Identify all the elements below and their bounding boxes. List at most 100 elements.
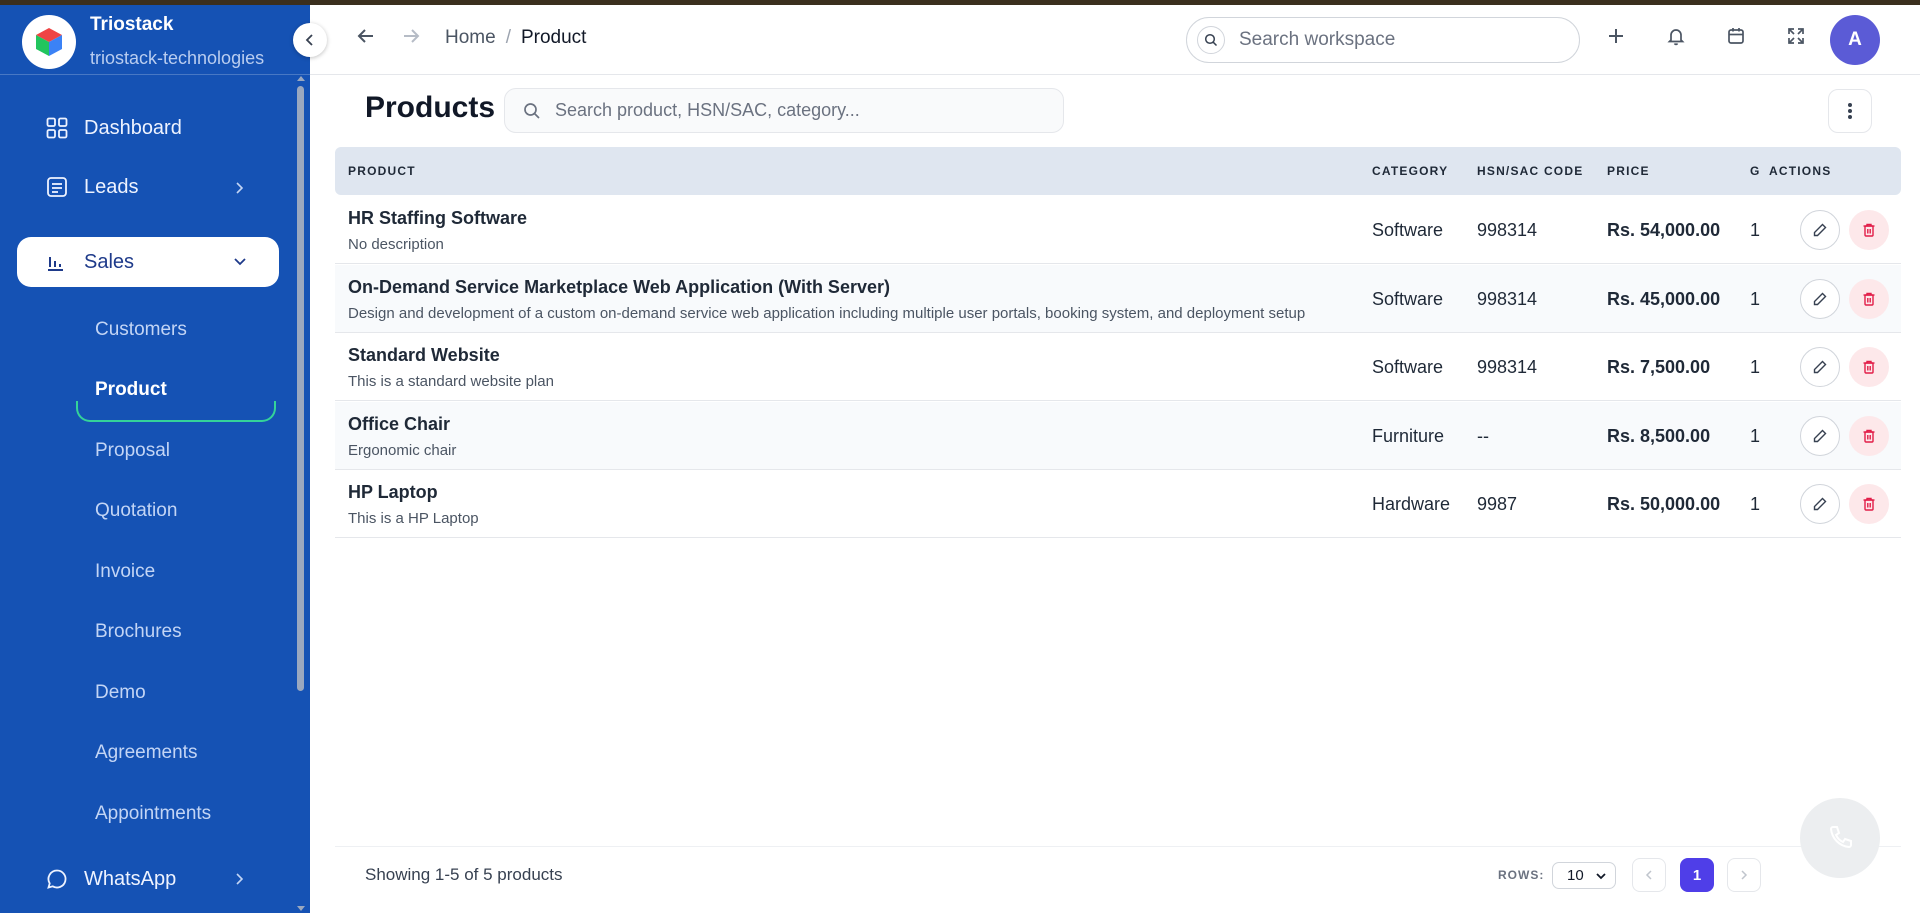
previous-page-button[interactable] [1632, 858, 1666, 892]
edit-button[interactable] [1800, 484, 1840, 524]
column-header-product[interactable]: PRODUCT [348, 164, 416, 178]
column-header-hsn[interactable]: HSN/SAC CODE [1477, 164, 1583, 178]
top-header: Home / Product Search workspace A [310, 5, 1920, 75]
breadcrumb-home[interactable]: Home [445, 27, 496, 49]
sidebar-sub-product[interactable]: Product [95, 379, 167, 401]
calendar-button[interactable] [1720, 20, 1752, 52]
product-search-input[interactable]: Search product, HSN/SAC, category... [504, 88, 1064, 133]
scroll-up-arrow[interactable] [297, 76, 305, 81]
edit-button[interactable] [1800, 210, 1840, 250]
sidebar-sub-invoice[interactable]: Invoice [95, 561, 155, 583]
rows-per-page-select[interactable]: 10 [1552, 862, 1616, 889]
chat-icon [45, 867, 69, 891]
product-description: Ergonomic chair [348, 442, 457, 459]
table-row[interactable]: Office Chair Ergonomic chair Furniture -… [335, 402, 1901, 470]
product-gst: 1 [1750, 357, 1761, 377]
sidebar-sub-demo[interactable]: Demo [95, 682, 146, 704]
product-name: On-Demand Service Marketplace Web Applic… [348, 277, 890, 297]
product-category: Furniture [1372, 426, 1445, 446]
edit-button[interactable] [1800, 416, 1840, 456]
sidebar-item-dashboard[interactable]: Dashboard [45, 116, 182, 140]
product-description: This is a standard website plan [348, 373, 554, 390]
product-description: No description [348, 236, 444, 253]
product-name: HP Laptop [348, 482, 438, 502]
product-name: Standard Website [348, 345, 500, 365]
delete-button[interactable] [1849, 416, 1889, 456]
pencil-icon [1813, 360, 1827, 374]
next-page-button[interactable] [1727, 858, 1761, 892]
sidebar-sub-proposal[interactable]: Proposal [95, 440, 170, 462]
delete-button[interactable] [1849, 347, 1889, 387]
table-row[interactable]: Standard Website This is a standard webs… [335, 333, 1901, 401]
chevron-left-icon [1645, 870, 1652, 880]
trash-icon [1863, 429, 1875, 443]
pencil-icon [1813, 292, 1827, 306]
sidebar-sub-appointments[interactable]: Appointments [95, 803, 211, 825]
brand[interactable]: Triostack triostack-technologies [22, 14, 264, 69]
notifications-button[interactable] [1660, 20, 1692, 52]
pencil-icon [1813, 223, 1827, 237]
phone-icon [1829, 826, 1852, 849]
pagination-summary: Showing 1-5 of 5 products [365, 865, 563, 884]
product-price: Rs. 54,000.00 [1607, 220, 1721, 240]
table-row[interactable]: On-Demand Service Marketplace Web Applic… [335, 265, 1901, 333]
collapse-sidebar-button[interactable] [293, 23, 327, 57]
delete-button[interactable] [1849, 279, 1889, 319]
plus-icon [1609, 29, 1623, 43]
table-row[interactable]: HP Laptop This is a HP Laptop Hardware 9… [335, 470, 1901, 538]
fullscreen-button[interactable] [1780, 20, 1812, 52]
footer-divider [335, 846, 1901, 847]
forward-button[interactable] [395, 20, 427, 52]
breadcrumb-current: Product [520, 27, 587, 48]
workspace-search-input[interactable]: Search workspace [1186, 17, 1580, 63]
table-header: PRODUCT CATEGORY HSN/SAC CODE PRICE G AC… [335, 147, 1901, 195]
product-hsn: 998314 [1477, 289, 1538, 309]
edit-button[interactable] [1800, 279, 1840, 319]
scroll-down-arrow[interactable] [297, 906, 305, 911]
pencil-icon [1813, 497, 1827, 511]
chevron-right-icon [236, 182, 244, 194]
product-gst: 1 [1750, 289, 1761, 309]
search-icon [1197, 26, 1225, 54]
trash-icon [1863, 223, 1875, 237]
product-gst: 1 [1750, 426, 1761, 446]
breadcrumb: Home / Product [445, 27, 586, 49]
more-vertical-icon [1848, 103, 1852, 119]
arrow-right-icon [404, 29, 420, 43]
bell-icon [1667, 29, 1685, 46]
product-hsn: -- [1477, 426, 1489, 446]
column-header-actions: ACTIONS [1769, 164, 1832, 178]
list-icon [45, 175, 69, 199]
sidebar-item-label: Dashboard [84, 116, 182, 139]
delete-button[interactable] [1849, 484, 1889, 524]
avatar[interactable]: A [1830, 15, 1880, 65]
product-description: This is a HP Laptop [348, 510, 479, 527]
add-button[interactable] [1600, 20, 1632, 52]
sidebar-item-whatsapp[interactable]: WhatsApp [45, 867, 176, 891]
more-options-button[interactable] [1828, 89, 1872, 133]
sidebar-scrollbar[interactable] [297, 86, 304, 691]
product-category: Software [1372, 289, 1444, 309]
product-name: Office Chair [348, 414, 451, 434]
product-name: HR Staffing Software [348, 208, 528, 228]
sidebar-item-sales[interactable]: Sales [17, 237, 279, 287]
sidebar-sub-agreements[interactable]: Agreements [95, 742, 197, 764]
table-row[interactable]: HR Staffing Software No description Soft… [335, 196, 1901, 264]
product-description: Design and development of a custom on-de… [348, 305, 1306, 322]
sidebar-sub-customers[interactable]: Customers [95, 319, 187, 341]
page-button-current[interactable]: 1 [1680, 858, 1714, 892]
sidebar-sub-quotation[interactable]: Quotation [95, 500, 177, 522]
rows-per-page-value: 10 [1567, 867, 1584, 884]
column-header-price[interactable]: PRICE [1607, 164, 1650, 178]
column-header-category[interactable]: CATEGORY [1372, 164, 1448, 178]
search-icon [524, 102, 540, 119]
top-strip [0, 0, 1920, 5]
sidebar-sub-brochures[interactable]: Brochures [95, 621, 182, 643]
sidebar-item-label: Sales [84, 250, 135, 273]
column-header-gst[interactable]: G [1750, 164, 1761, 178]
call-button[interactable] [1800, 798, 1880, 878]
delete-button[interactable] [1849, 210, 1889, 250]
back-button[interactable] [350, 20, 382, 52]
edit-button[interactable] [1800, 347, 1840, 387]
sidebar-item-leads[interactable]: Leads [45, 175, 139, 199]
